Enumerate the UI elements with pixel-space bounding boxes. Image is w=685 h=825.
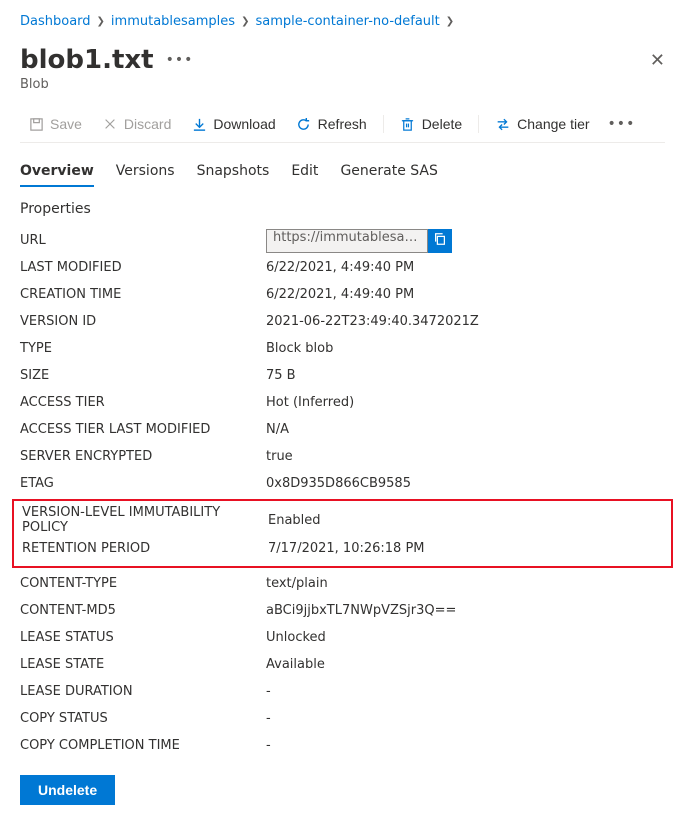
copy-url-button[interactable] — [428, 229, 452, 253]
refresh-icon — [296, 116, 312, 132]
chevron-right-icon: ❯ — [446, 16, 454, 27]
delete-icon — [400, 116, 416, 132]
prop-key-url: URL — [20, 233, 266, 248]
prop-val-etag: 0x8D935D866CB9585 — [266, 476, 411, 491]
prop-val-access-tier: Hot (Inferred) — [266, 395, 354, 410]
close-icon[interactable]: ✕ — [650, 50, 665, 71]
chevron-right-icon: ❯ — [241, 16, 249, 27]
prop-key-vlip: VERSION-LEVEL IMMUTABILITY POLICY — [22, 505, 268, 535]
undelete-button[interactable]: Undelete — [20, 775, 115, 805]
prop-key-type: TYPE — [20, 341, 266, 356]
prop-val-access-tier-lm: N/A — [266, 422, 289, 437]
prop-key-access-tier: ACCESS TIER — [20, 395, 266, 410]
properties-heading: Properties — [20, 201, 665, 217]
prop-val-last-modified: 6/22/2021, 4:49:40 PM — [266, 260, 414, 275]
prop-key-retention: RETENTION PERIOD — [22, 541, 268, 556]
download-icon — [191, 116, 207, 132]
discard-icon — [102, 116, 118, 132]
prop-val-retention: 7/17/2021, 10:26:18 PM — [268, 541, 425, 556]
prop-val-size: 75 B — [266, 368, 296, 383]
url-field[interactable]: https://immutablesamp... — [266, 229, 428, 253]
tab-overview[interactable]: Overview — [20, 157, 94, 187]
save-button: Save — [20, 112, 90, 136]
prop-key-version-id: VERSION ID — [20, 314, 266, 329]
prop-key-access-tier-lm: ACCESS TIER LAST MODIFIED — [20, 422, 266, 437]
prop-val-version-id: 2021-06-22T23:49:40.3472021Z — [266, 314, 479, 329]
more-icon[interactable]: ••• — [166, 52, 194, 68]
command-bar: Save Discard Download Refresh Delete Cha… — [20, 106, 665, 143]
tab-snapshots[interactable]: Snapshots — [197, 157, 270, 187]
tab-edit[interactable]: Edit — [291, 157, 318, 187]
prop-val-copy-status: - — [266, 711, 271, 726]
breadcrumb: Dashboard ❯ immutablesamples ❯ sample-co… — [20, 10, 665, 39]
prop-key-lease-status: LEASE STATUS — [20, 630, 266, 645]
tabs: Overview Versions Snapshots Edit Generat… — [20, 157, 665, 187]
prop-val-vlip: Enabled — [268, 513, 321, 528]
prop-key-server-encrypted: SERVER ENCRYPTED — [20, 449, 266, 464]
breadcrumb-item-dashboard[interactable]: Dashboard — [20, 14, 91, 29]
prop-val-lease-status: Unlocked — [266, 630, 326, 645]
separator — [478, 115, 479, 133]
page-subtitle: Blob — [20, 77, 665, 92]
prop-key-copy-completion: COPY COMPLETION TIME — [20, 738, 266, 753]
prop-val-type: Block blob — [266, 341, 333, 356]
separator — [383, 115, 384, 133]
prop-val-creation-time: 6/22/2021, 4:49:40 PM — [266, 287, 414, 302]
page-title: blob1.txt — [20, 45, 154, 75]
change-tier-icon — [495, 116, 511, 132]
prop-val-copy-completion: - — [266, 738, 271, 753]
prop-key-copy-status: COPY STATUS — [20, 711, 266, 726]
prop-val-server-encrypted: true — [266, 449, 293, 464]
breadcrumb-item-container[interactable]: sample-container-no-default — [255, 14, 439, 29]
prop-val-lease-state: Available — [266, 657, 325, 672]
save-icon — [28, 116, 44, 132]
chevron-right-icon: ❯ — [97, 16, 105, 27]
prop-key-lease-duration: LEASE DURATION — [20, 684, 266, 699]
discard-button: Discard — [94, 112, 179, 136]
prop-val-lease-duration: - — [266, 684, 271, 699]
prop-key-lease-state: LEASE STATE — [20, 657, 266, 672]
prop-key-last-modified: LAST MODIFIED — [20, 260, 266, 275]
refresh-button[interactable]: Refresh — [288, 112, 375, 136]
prop-key-size: SIZE — [20, 368, 266, 383]
prop-key-content-type: CONTENT-TYPE — [20, 576, 266, 591]
delete-button[interactable]: Delete — [392, 112, 470, 136]
copy-icon — [433, 232, 447, 249]
prop-val-content-type: text/plain — [266, 576, 328, 591]
tab-versions[interactable]: Versions — [116, 157, 175, 187]
breadcrumb-item-storage[interactable]: immutablesamples — [111, 14, 235, 29]
toolbar-overflow-icon[interactable]: ••• — [608, 116, 636, 132]
prop-key-creation-time: CREATION TIME — [20, 287, 266, 302]
download-button[interactable]: Download — [183, 112, 283, 136]
change-tier-button[interactable]: Change tier — [487, 112, 597, 136]
highlight-immutability: VERSION-LEVEL IMMUTABILITY POLICYEnabled… — [12, 499, 673, 568]
prop-key-content-md5: CONTENT-MD5 — [20, 603, 266, 618]
prop-key-etag: ETAG — [20, 476, 266, 491]
tab-generate-sas[interactable]: Generate SAS — [340, 157, 437, 187]
prop-val-content-md5: aBCi9jjbxTL7NWpVZSjr3Q== — [266, 603, 456, 618]
